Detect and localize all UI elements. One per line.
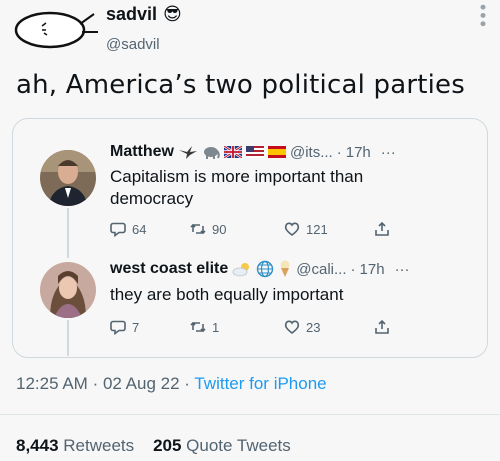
- quoted-avatar-west-coast-elite[interactable]: [40, 262, 96, 318]
- share-icon: [375, 221, 389, 236]
- like-count: 23: [306, 319, 321, 335]
- quoted-tweet-actions: 64 90 121: [110, 221, 390, 237]
- avatar[interactable]: [12, 6, 102, 50]
- retweets-stat[interactable]: 8,443 Retweets: [16, 436, 134, 455]
- like-button[interactable]: 121: [284, 221, 374, 237]
- author-display-name: sadvil: [106, 4, 158, 24]
- quote-tweets-label: Quote Tweets: [186, 436, 291, 455]
- reply-button[interactable]: 64: [110, 221, 190, 237]
- quote-tweets-stat[interactable]: 205 Quote Tweets: [153, 436, 291, 455]
- reply-button[interactable]: 7: [110, 319, 190, 335]
- engagement-stats: 8,443 Retweets 205 Quote Tweets: [16, 436, 291, 456]
- retweet-count: 1: [212, 319, 220, 335]
- quoted-tweet-text: they are both equally important: [110, 285, 344, 304]
- retweets-count: 8,443: [16, 436, 59, 455]
- ice-cream-icon: [280, 260, 290, 277]
- retweet-icon: [190, 321, 206, 333]
- like-icon: [284, 320, 300, 335]
- retweet-button[interactable]: 1: [190, 319, 284, 335]
- quoted-author-name[interactable]: Matthew: [110, 143, 174, 161]
- reply-icon: [110, 222, 126, 237]
- quote-tweets-count: 205: [153, 436, 182, 455]
- share-button[interactable]: [374, 319, 390, 335]
- spain-flag-icon: [268, 146, 286, 158]
- like-button[interactable]: 23: [284, 319, 374, 335]
- tweet-source-link[interactable]: Twitter for iPhone: [194, 374, 326, 393]
- tweet-text: ah, America’s two political parties: [16, 70, 465, 100]
- tweet-metadata: 12:25 AM · 02 Aug 22 · Twitter for iPhon…: [16, 374, 327, 393]
- more-options-icon[interactable]: ···: [395, 261, 410, 278]
- quoted-timestamp[interactable]: 17h: [346, 144, 371, 161]
- tweet-date[interactable]: 02 Aug 22: [103, 374, 180, 393]
- reply-count: 64: [132, 221, 147, 237]
- retweet-count: 90: [212, 221, 227, 237]
- retweet-button[interactable]: 90: [190, 221, 284, 237]
- like-icon: [284, 222, 300, 237]
- quoted-avatar-matthew[interactable]: [40, 150, 96, 206]
- globe-icon: [257, 260, 274, 278]
- more-options-icon[interactable]: •••: [473, 4, 493, 29]
- sun-behind-cloud-icon: [232, 263, 250, 277]
- reply-icon: [110, 320, 126, 335]
- us-flag-icon: [246, 146, 264, 158]
- quoted-author-handle[interactable]: @cali...: [296, 261, 346, 278]
- uk-flag-icon: [224, 146, 242, 158]
- thread-connector-line: [67, 208, 69, 258]
- author-name[interactable]: sadvil 😎: [106, 4, 182, 25]
- share-button[interactable]: [374, 221, 390, 237]
- author-handle[interactable]: @sadvil: [106, 36, 160, 53]
- quoted-tweet-header-matthew: Matthew @its... · 17h ···: [110, 143, 396, 161]
- elephant-emoji-icon: [204, 147, 220, 159]
- sunglasses-emoji-icon: 😎: [163, 4, 182, 24]
- thread-connector-line: [67, 320, 69, 356]
- quoted-tweet-text: Capitalism is more important than democr…: [110, 167, 364, 208]
- quoted-author-handle[interactable]: @its...: [290, 144, 333, 161]
- reply-count: 7: [132, 319, 140, 335]
- like-count: 121: [306, 221, 328, 237]
- more-options-icon[interactable]: ···: [381, 144, 396, 161]
- quoted-timestamp[interactable]: 17h: [360, 261, 385, 278]
- retweets-label: Retweets: [63, 436, 135, 455]
- share-icon: [375, 319, 389, 334]
- retweet-icon: [190, 223, 206, 235]
- quoted-tweet-header-west-coast-elite: west coast elite @cali... · 17h ···: [110, 260, 410, 278]
- tweet-time[interactable]: 12:25 AM: [16, 374, 88, 393]
- quoted-tweet-actions: 7 1 23: [110, 319, 390, 335]
- divider: [0, 414, 500, 415]
- quoted-author-name[interactable]: west coast elite: [110, 260, 228, 278]
- eagle-emoji-icon: [179, 146, 197, 159]
